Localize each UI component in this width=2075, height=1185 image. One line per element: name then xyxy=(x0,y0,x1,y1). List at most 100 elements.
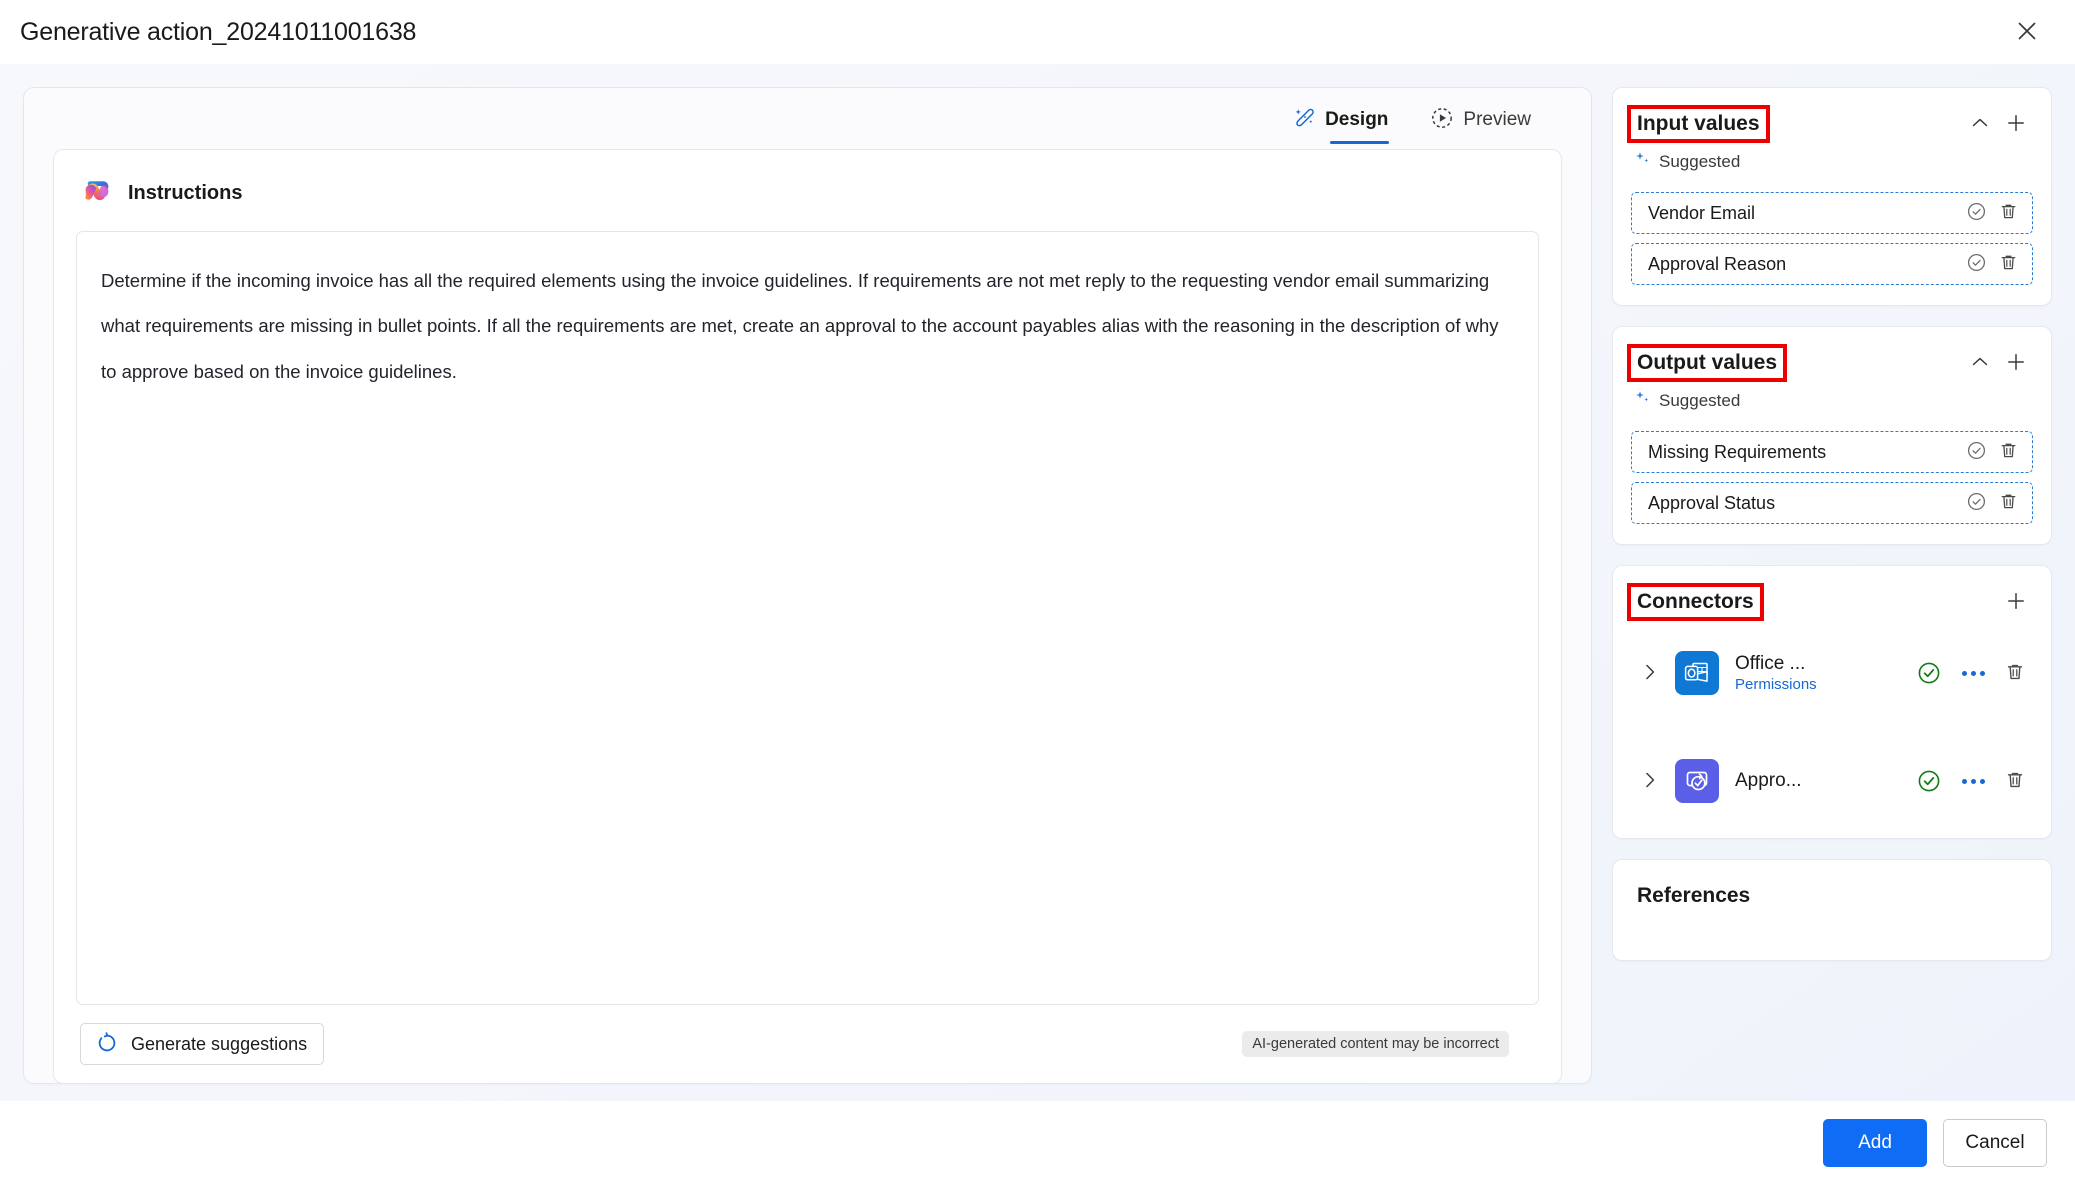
check-circle-icon xyxy=(1966,252,1987,276)
dialog-titlebar: Generative action_20241011001638 xyxy=(0,0,2075,64)
tab-preview-label: Preview xyxy=(1463,108,1531,130)
input-value-item[interactable]: Approval Reason xyxy=(1631,243,2033,285)
trash-icon xyxy=(1998,252,2019,276)
close-button[interactable] xyxy=(2007,12,2047,52)
design-card: Design Preview Instructions Determine if… xyxy=(24,88,1591,1083)
trash-icon xyxy=(2004,769,2026,794)
dialog-footer: Add Cancel xyxy=(0,1101,2075,1185)
output-values-collapse-button[interactable] xyxy=(1963,346,1997,380)
generate-suggestions-button[interactable]: Generate suggestions xyxy=(80,1023,325,1065)
references-header: References xyxy=(1631,876,2033,916)
output-values-annotation: Output values xyxy=(1626,344,1788,382)
trash-icon xyxy=(1998,491,2019,515)
input-values-title: Input values xyxy=(1637,112,1760,135)
sparkle-wand-icon xyxy=(1292,106,1316,133)
connector-name: Appro... xyxy=(1735,770,1802,791)
check-circle-green-icon xyxy=(1913,657,1945,689)
refresh-circle-icon xyxy=(95,1031,119,1058)
connector-name: Office ... xyxy=(1735,653,1806,674)
plus-icon xyxy=(2005,351,2027,376)
sparkle-icon xyxy=(1633,389,1651,412)
output-values-title: Output values xyxy=(1637,351,1778,374)
output-value-accept-button[interactable] xyxy=(1960,487,1992,519)
input-value-delete-button[interactable] xyxy=(1992,197,2024,229)
output-values-suggested-label: Suggested xyxy=(1659,390,1741,410)
input-value-accept-button[interactable] xyxy=(1960,248,1992,280)
input-values-annotation: Input values xyxy=(1627,105,1770,143)
output-value-item[interactable]: Approval Status xyxy=(1631,482,2033,524)
output-value-delete-button[interactable] xyxy=(1992,436,2024,468)
connector-expand-button[interactable] xyxy=(1633,764,1667,798)
output-value-item[interactable]: Missing Requirements xyxy=(1631,431,2033,473)
input-values-add-button[interactable] xyxy=(1999,107,2033,141)
references-title: References xyxy=(1637,884,1751,907)
connectors-panel: Connectors Office ... Permissions Appro.… xyxy=(1613,566,2051,838)
generate-suggestions-label: Generate suggestions xyxy=(131,1033,308,1054)
check-circle-green-icon xyxy=(1913,765,1945,797)
chevron-up-icon xyxy=(1969,112,1991,137)
sparkle-icon xyxy=(1633,150,1651,173)
output-value-label: Missing Requirements xyxy=(1648,441,1827,462)
play-circle-dashed-icon xyxy=(1430,106,1454,133)
instructions-header: Instructions xyxy=(76,172,1539,231)
connector-text: Office ... Permissions xyxy=(1735,653,1913,693)
tab-design[interactable]: Design xyxy=(1288,102,1392,144)
input-values-header: Input values xyxy=(1627,104,2033,144)
more-horizontal-icon xyxy=(1961,778,1985,784)
trash-icon xyxy=(1998,440,2019,464)
connectors-title: Connectors xyxy=(1637,590,1754,613)
design-column: Design Preview Instructions Determine if… xyxy=(24,88,1591,1101)
page-title: Generative action_20241011001638 xyxy=(20,17,417,46)
input-values-suggested-label: Suggested xyxy=(1659,151,1741,171)
input-value-delete-button[interactable] xyxy=(1992,248,2024,280)
side-panel: Input values Suggested Vendor Email Appr… xyxy=(1613,88,2051,1101)
output-value-accept-button[interactable] xyxy=(1960,436,1992,468)
chevron-up-icon xyxy=(1969,351,1991,376)
tabstrip: Design Preview xyxy=(24,88,1591,144)
connector-delete-button[interactable] xyxy=(1999,765,2031,797)
output-values-suggested-row: Suggested xyxy=(1631,383,2033,422)
chevron-right-icon xyxy=(1639,769,1661,794)
connector-more-button[interactable] xyxy=(1957,657,1989,689)
check-circle-icon xyxy=(1966,491,1987,515)
connector-row[interactable]: Office ... Permissions xyxy=(1631,636,2033,710)
dialog-body: Design Preview Instructions Determine if… xyxy=(0,64,2075,1101)
instructions-text: Determine if the incoming invoice has al… xyxy=(101,270,1499,382)
more-horizontal-icon xyxy=(1961,670,1985,676)
approvals-icon xyxy=(1675,759,1719,803)
plus-icon xyxy=(2005,590,2027,615)
input-value-accept-button[interactable] xyxy=(1960,197,1992,229)
trash-icon xyxy=(2004,661,2026,686)
input-values-collapse-button[interactable] xyxy=(1963,107,1997,141)
chevron-right-icon xyxy=(1639,661,1661,686)
office365-outlook-icon xyxy=(1675,651,1719,695)
add-button[interactable]: Add xyxy=(1823,1119,1927,1167)
input-value-label: Vendor Email xyxy=(1648,202,1756,223)
copilot-icon xyxy=(80,174,114,213)
connector-expand-button[interactable] xyxy=(1633,656,1667,690)
connector-more-button[interactable] xyxy=(1957,765,1989,797)
connector-delete-button[interactable] xyxy=(1999,657,2031,689)
tab-design-label: Design xyxy=(1325,108,1389,130)
trash-icon xyxy=(1998,201,2019,225)
input-value-label: Approval Reason xyxy=(1648,253,1787,274)
connector-permissions-link[interactable]: Permissions xyxy=(1735,676,1913,693)
instructions-heading: Instructions xyxy=(128,182,243,204)
connectors-header: Connectors xyxy=(1627,582,2033,622)
output-values-add-button[interactable] xyxy=(1999,346,2033,380)
output-value-label: Approval Status xyxy=(1648,492,1776,513)
connectors-annotation: Connectors xyxy=(1627,583,1764,621)
connectors-add-button[interactable] xyxy=(1999,585,2033,619)
input-value-item[interactable]: Vendor Email xyxy=(1631,192,2033,234)
connector-row[interactable]: Appro... xyxy=(1631,744,2033,818)
output-values-header: Output values xyxy=(1626,343,2033,383)
check-circle-icon xyxy=(1966,201,1987,225)
cancel-button[interactable]: Cancel xyxy=(1943,1119,2047,1167)
output-value-delete-button[interactable] xyxy=(1992,487,2024,519)
close-icon xyxy=(2016,20,2038,45)
plus-icon xyxy=(2005,112,2027,137)
connector-text: Appro... xyxy=(1735,770,1913,792)
tab-preview[interactable]: Preview xyxy=(1426,102,1535,144)
ai-disclaimer: AI-generated content may be incorrect xyxy=(1242,1031,1509,1057)
instructions-textbox[interactable]: Determine if the incoming invoice has al… xyxy=(76,231,1539,1005)
